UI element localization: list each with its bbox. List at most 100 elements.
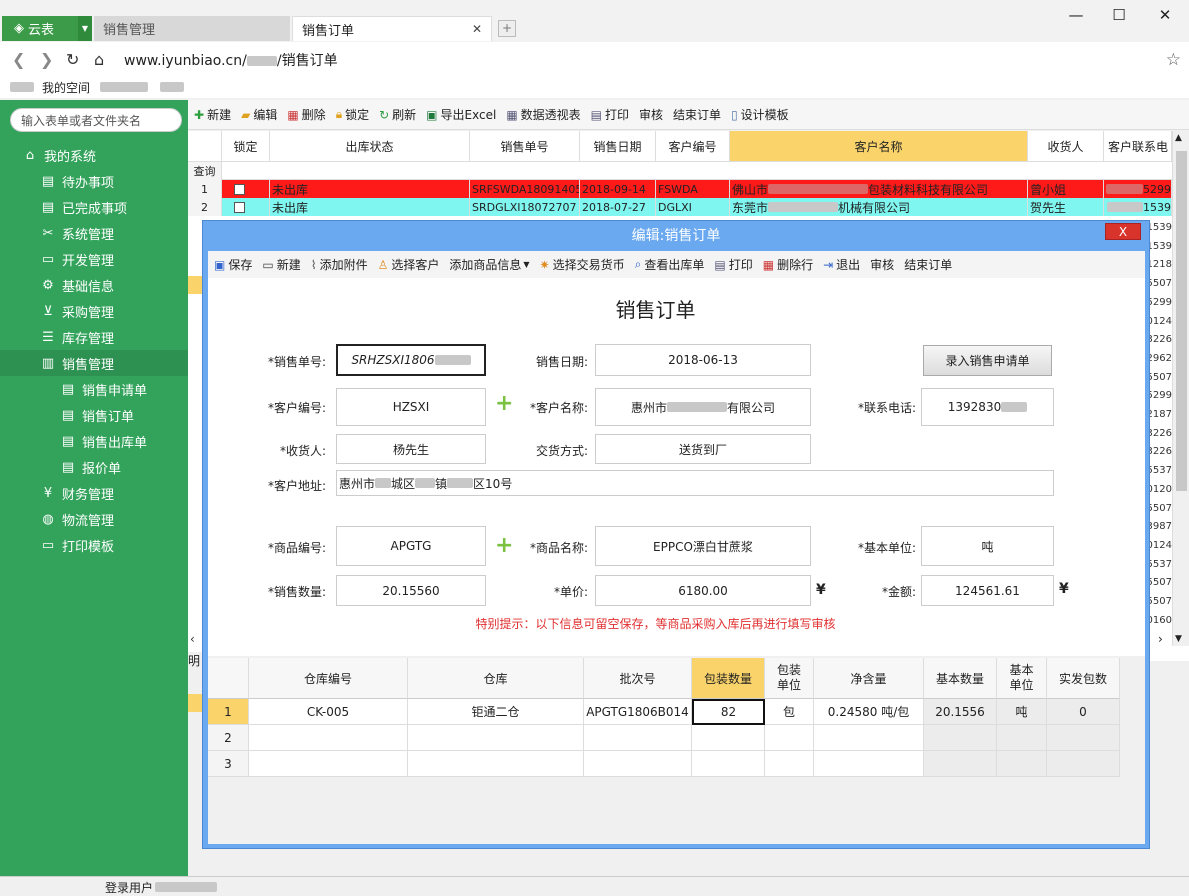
sidebar-item-finance[interactable]: ¥ 财务管理 bbox=[0, 480, 188, 506]
amount-field[interactable]: 124561.61 bbox=[921, 575, 1054, 606]
bookmark-blurred[interactable] bbox=[100, 79, 148, 93]
chevron-down-icon[interactable]: ▼ bbox=[78, 16, 92, 41]
scroll-down-icon[interactable]: ▼ bbox=[1175, 634, 1182, 644]
sidebar-item-my-system[interactable]: ⌂ 我的系统 bbox=[0, 142, 188, 168]
sidebar-item-print-template[interactable]: ▭ 打印模板 bbox=[0, 532, 188, 558]
enter-sales-request-button[interactable]: 录入销售申请单 bbox=[923, 345, 1052, 376]
add-product-dropdown[interactable]: 添加商品信息 ▼ bbox=[449, 256, 529, 273]
save-button[interactable]: ▣ 保存 bbox=[214, 256, 252, 273]
scroll-right-icon[interactable]: › bbox=[1158, 632, 1163, 646]
date-field[interactable]: 2018-06-13 bbox=[595, 344, 811, 376]
row-checkbox[interactable] bbox=[222, 198, 270, 216]
url-field[interactable]: www.iyunbiao.cn//销售订单 bbox=[124, 50, 338, 70]
scroll-left-icon[interactable]: ‹ bbox=[190, 632, 195, 646]
detail-header-pkg-unit[interactable]: 包装 单位 bbox=[765, 658, 814, 699]
new-tab-button[interactable]: + bbox=[498, 20, 516, 37]
column-header-phone[interactable]: 客户联系电 bbox=[1104, 131, 1172, 162]
export-excel-button[interactable]: ▣ 导出Excel bbox=[426, 106, 496, 123]
tab-sales-order[interactable]: 销售订单 ✕ bbox=[292, 16, 492, 41]
column-header-cust-code[interactable]: 客户编号 bbox=[656, 131, 730, 162]
attach-button[interactable]: ⌇ 添加附件 bbox=[311, 256, 368, 273]
bookmark-blurred[interactable] bbox=[160, 79, 184, 93]
sidebar-item-quotation[interactable]: ▤ 报价单 bbox=[0, 454, 188, 480]
select-customer-button[interactable]: ♙ 选择客户 bbox=[378, 256, 440, 273]
product-name-field[interactable]: EPPCO漂白甘蔗浆 bbox=[595, 526, 811, 566]
cust-code-field[interactable]: HZSXI bbox=[336, 388, 486, 426]
address-field[interactable]: 惠州市 城区镇区10号 bbox=[336, 470, 1054, 496]
close-window-icon[interactable]: ✕ bbox=[1155, 6, 1175, 24]
delete-button[interactable]: ▦ 删除 bbox=[287, 106, 325, 123]
scroll-up-icon[interactable]: ▲ bbox=[1175, 133, 1182, 143]
detail-header-pkg-qty[interactable]: 包装数量 bbox=[692, 658, 765, 699]
exit-button[interactable]: ⇥ 退出 bbox=[823, 256, 860, 273]
back-icon[interactable]: ❮ bbox=[12, 50, 25, 69]
audit-button[interactable]: 审核 bbox=[639, 106, 663, 123]
column-header-cust-name[interactable]: 客户名称 bbox=[730, 131, 1028, 162]
forward-icon[interactable]: ❯ bbox=[40, 50, 53, 69]
column-header-order-no[interactable]: 销售单号 bbox=[470, 131, 580, 162]
print-button[interactable]: ▤ 打印 bbox=[591, 106, 629, 123]
home-icon[interactable]: ⌂ bbox=[94, 50, 104, 69]
sidebar-item-sales-order[interactable]: ▤ 销售订单 bbox=[0, 402, 188, 428]
delete-row-button[interactable]: ▦ 删除行 bbox=[763, 256, 813, 273]
close-tab-icon[interactable]: ✕ bbox=[472, 22, 482, 36]
unit-field[interactable]: 吨 bbox=[921, 526, 1054, 566]
tab-sales-management[interactable]: 销售管理 bbox=[94, 16, 290, 41]
cell-pkg-qty[interactable]: 82 bbox=[692, 699, 765, 725]
sidebar-item-system-mgmt[interactable]: ✂ 系统管理 bbox=[0, 220, 188, 246]
cell-batch[interactable]: APGTG1806B014 bbox=[584, 699, 692, 725]
detail-header-batch[interactable]: 批次号 bbox=[584, 658, 692, 699]
detail-header-base-qty[interactable]: 基本数量 bbox=[924, 658, 997, 699]
detail-header-wh[interactable]: 仓库 bbox=[408, 658, 584, 699]
delivery-field[interactable]: 送货到厂 bbox=[595, 434, 811, 464]
sidebar-item-done[interactable]: ▤ 已完成事项 bbox=[0, 194, 188, 220]
dialog-print-button[interactable]: ▤ 打印 bbox=[714, 256, 752, 273]
edit-button[interactable]: ▰ 编辑 bbox=[241, 106, 277, 123]
sidebar-search-input[interactable]: 输入表单或者文件夹名 bbox=[10, 108, 182, 132]
sidebar-item-sales[interactable]: ▥ 销售管理 bbox=[0, 350, 188, 376]
cell-wh[interactable]: 钜通二仓 bbox=[408, 699, 584, 725]
vertical-scrollbar[interactable]: ▲ ▼ bbox=[1172, 131, 1189, 646]
scrollbar-thumb[interactable] bbox=[1176, 151, 1187, 491]
cell-wh-code[interactable]: CK-005 bbox=[249, 699, 408, 725]
column-header-receiver[interactable]: 收货人 bbox=[1028, 131, 1104, 162]
view-outbound-button[interactable]: ⌕ 查看出库单 bbox=[635, 256, 705, 273]
brand-menu[interactable]: ◈ 云表 ▼ bbox=[2, 16, 92, 41]
table-row[interactable]: 2 未出库 SRDGLXI18072707 2018-07-27 DGLXI 东… bbox=[188, 198, 1189, 216]
bookmark-star-icon[interactable]: ☆ bbox=[1166, 50, 1181, 70]
new-button[interactable]: ✚ 新建 bbox=[194, 106, 231, 123]
column-header-status[interactable]: 出库状态 bbox=[270, 131, 470, 162]
qty-field[interactable]: 20.15560 bbox=[336, 575, 486, 606]
detail-header-base-unit[interactable]: 基本 单位 bbox=[997, 658, 1047, 699]
refresh-button[interactable]: ↻ 刷新 bbox=[379, 106, 416, 123]
row-checkbox[interactable] bbox=[222, 180, 270, 198]
sidebar-item-todo[interactable]: ▤ 待办事项 bbox=[0, 168, 188, 194]
detail-header-wh-code[interactable]: 仓库编号 bbox=[249, 658, 408, 699]
design-template-button[interactable]: ▯ 设计模板 bbox=[731, 106, 789, 123]
reload-icon[interactable]: ↻ bbox=[66, 50, 79, 69]
cell-pkg-unit[interactable]: 包 bbox=[765, 699, 814, 725]
product-code-field[interactable]: APGTG bbox=[336, 526, 486, 566]
maximize-icon[interactable]: ☐ bbox=[1109, 6, 1129, 24]
detail-header-net[interactable]: 净含量 bbox=[814, 658, 924, 699]
dialog-new-button[interactable]: ▭ 新建 bbox=[262, 256, 300, 273]
dialog-close-order-button[interactable]: 结束订单 bbox=[904, 256, 952, 273]
minimize-icon[interactable]: — bbox=[1066, 6, 1086, 24]
order-no-field[interactable]: SRHZSXI1806 bbox=[336, 344, 486, 376]
sidebar-item-sales-outbound[interactable]: ▤ 销售出库单 bbox=[0, 428, 188, 454]
sidebar-item-basic-info[interactable]: ⚙ 基础信息 bbox=[0, 272, 188, 298]
cust-name-field[interactable]: 惠州市 有限公司 bbox=[595, 388, 811, 426]
bookmark-blurred[interactable] bbox=[10, 79, 34, 93]
sidebar-item-sales-request[interactable]: ▤ 销售申请单 bbox=[0, 376, 188, 402]
sidebar-item-purchase[interactable]: ⊻ 采购管理 bbox=[0, 298, 188, 324]
table-row[interactable]: 1 未出库 SRFSWDA18091405 2018-09-14 FSWDA 佛… bbox=[188, 180, 1189, 198]
column-header-date[interactable]: 销售日期 bbox=[580, 131, 656, 162]
bookmark-my-space[interactable]: 我的空间 bbox=[42, 79, 90, 96]
select-currency-button[interactable]: ✷ 选择交易货币 bbox=[540, 256, 625, 273]
cell-net[interactable]: 0.24580 吨/包 bbox=[814, 699, 924, 725]
lock-button[interactable]: 🔒︎ 锁定 bbox=[336, 106, 369, 123]
pivot-button[interactable]: ▦ 数据透视表 bbox=[506, 106, 580, 123]
price-field[interactable]: 6180.00 bbox=[595, 575, 811, 606]
sidebar-item-logistics[interactable]: ◍ 物流管理 bbox=[0, 506, 188, 532]
phone-field[interactable]: 1392830 bbox=[921, 388, 1054, 426]
